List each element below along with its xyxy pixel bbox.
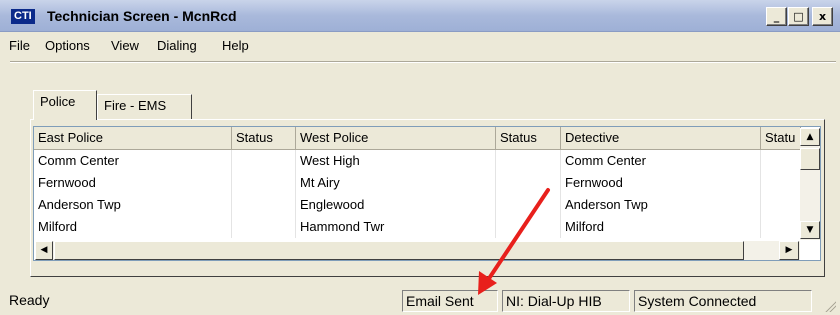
table-cell[interactable] [232, 216, 296, 238]
scroll-right-button[interactable]: ▶ [779, 241, 799, 260]
table-cell[interactable] [496, 150, 561, 172]
tab-police[interactable]: Police [33, 90, 97, 120]
vertical-scroll-thumb[interactable] [800, 148, 820, 170]
maximize-icon: □ [793, 10, 804, 23]
window-title: Technician Screen - McnRcd [47, 8, 237, 24]
column-header-detective[interactable]: Detective [561, 127, 761, 150]
status-ni: NI: Dial-Up HIB [502, 290, 630, 312]
table-cell[interactable]: Milford [34, 216, 232, 238]
minimize-button[interactable]: _ [766, 7, 787, 26]
resize-grip-icon[interactable] [824, 300, 836, 312]
close-icon: x [818, 10, 827, 23]
menu-options[interactable]: Options [45, 38, 90, 53]
menu-file[interactable]: File [9, 38, 30, 53]
table-cell[interactable]: Fernwood [34, 172, 232, 194]
status-connection: System Connected [634, 290, 812, 312]
tab-police-label: Police [40, 94, 76, 109]
table-cell[interactable] [761, 216, 801, 238]
horizontal-scroll-thumb[interactable] [54, 241, 744, 260]
table-cell[interactable]: Comm Center [561, 150, 761, 172]
column-header-status[interactable]: Status [232, 127, 296, 150]
status-email: Email Sent [402, 290, 498, 312]
status-ready: Ready [9, 292, 50, 308]
app-badge-icon: CTI [11, 9, 35, 24]
menu-dialing[interactable]: Dialing [157, 38, 197, 53]
tab-fire-ems[interactable]: Fire - EMS [97, 94, 192, 119]
column-header-status[interactable]: Status [496, 127, 561, 150]
table-cell[interactable]: Milford [561, 216, 761, 238]
column-header-east-police[interactable]: East Police [34, 127, 232, 150]
table-cell[interactable] [761, 194, 801, 216]
table-cell[interactable] [496, 194, 561, 216]
table-cell[interactable]: Anderson Twp [34, 194, 232, 216]
column-header-west-police[interactable]: West Police [296, 127, 496, 150]
status-bar: Ready Email Sent NI: Dial-Up HIB System … [0, 288, 840, 315]
menu-view[interactable]: View [111, 38, 139, 53]
title-bar[interactable]: CTI Technician Screen - McnRcd _ □ x [0, 0, 840, 32]
table-cell[interactable] [232, 150, 296, 172]
table-cell[interactable] [496, 172, 561, 194]
menu-help[interactable]: Help [222, 38, 249, 53]
scroll-down-icon: ▼ [806, 225, 814, 235]
menu-bar: File Options View Dialing Help [0, 35, 840, 57]
close-button[interactable]: x [812, 7, 833, 26]
scroll-up-button[interactable]: ▲ [800, 128, 820, 146]
table-cell[interactable] [496, 216, 561, 238]
vertical-scrollbar[interactable]: ▲ ▼ [800, 128, 820, 240]
tab-fire-ems-label: Fire - EMS [104, 98, 167, 113]
table-cell[interactable]: Comm Center [34, 150, 232, 172]
table-cell[interactable] [761, 150, 801, 172]
station-grid[interactable]: East Police Status West Police Status De… [33, 126, 821, 261]
scroll-up-icon: ▲ [806, 132, 814, 142]
scroll-left-icon: ◀ [40, 245, 48, 255]
column-header-status[interactable]: Statu [761, 127, 801, 150]
table-cell[interactable]: Fernwood [561, 172, 761, 194]
table-cell[interactable] [232, 194, 296, 216]
table-cell[interactable]: Anderson Twp [561, 194, 761, 216]
table-cell[interactable] [761, 172, 801, 194]
minimize-icon: _ [773, 10, 780, 23]
scroll-left-button[interactable]: ◀ [35, 241, 53, 260]
table-cell[interactable]: West High [296, 150, 496, 172]
table-cell[interactable]: Mt Airy [296, 172, 496, 194]
maximize-button[interactable]: □ [788, 7, 809, 26]
scroll-down-button[interactable]: ▼ [800, 221, 820, 239]
table-cell[interactable] [232, 172, 296, 194]
app-window: CTI Technician Screen - McnRcd _ □ x Fil… [0, 0, 840, 315]
table-cell[interactable]: Englewood [296, 194, 496, 216]
table-cell[interactable]: Hammond Twr [296, 216, 496, 238]
scroll-right-icon: ▶ [785, 245, 793, 255]
menu-divider [10, 61, 836, 63]
horizontal-scrollbar[interactable]: ◀ ▶ [35, 241, 800, 260]
